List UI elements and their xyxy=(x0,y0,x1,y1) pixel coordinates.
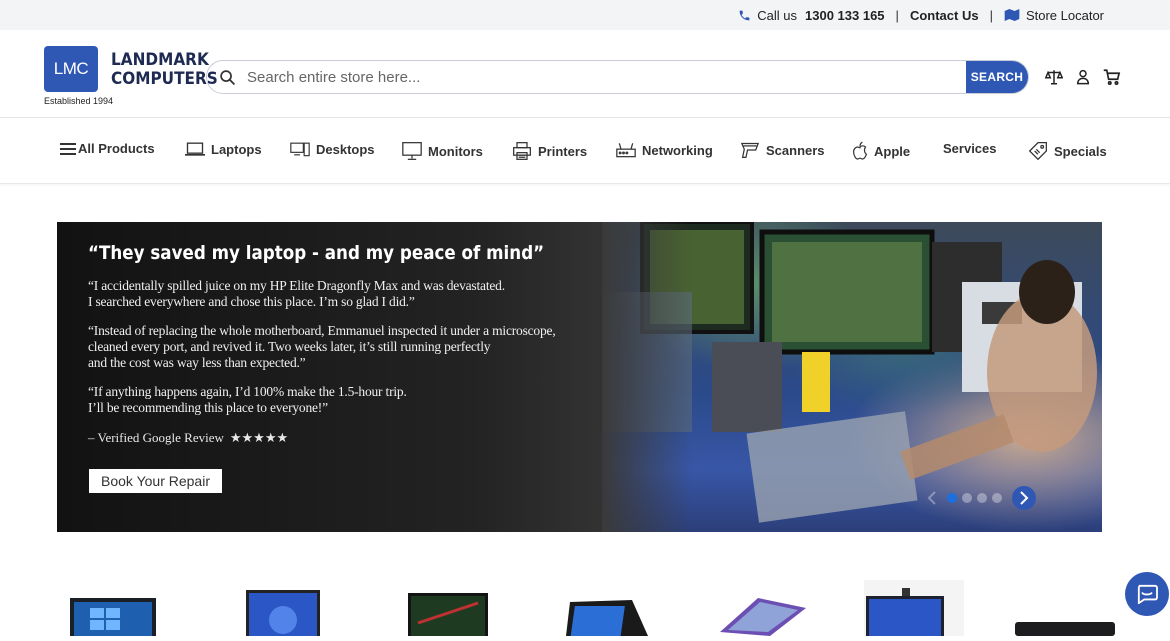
product-thumb-all-in-one[interactable] xyxy=(864,580,964,641)
review-source-label: – Verified Google Review xyxy=(88,430,224,445)
product-thumb-convertible[interactable] xyxy=(562,598,654,641)
main-nav: All Products Laptops Desktops Monitors P… xyxy=(0,119,1170,184)
nav-label: Specials xyxy=(1054,143,1107,159)
product-thumb-laptop-1[interactable] xyxy=(70,598,156,641)
live-chat-button[interactable] xyxy=(1125,572,1169,616)
nav-label: Scanners xyxy=(766,142,825,158)
book-repair-button[interactable]: Book Your Repair xyxy=(89,469,222,493)
nav-all-products[interactable]: All Products xyxy=(60,141,155,156)
cart-icon[interactable] xyxy=(1103,68,1121,86)
product-thumb-mini-pc[interactable] xyxy=(1015,620,1115,641)
laptop-icon xyxy=(185,142,205,156)
search-button[interactable]: SEARCH xyxy=(966,61,1028,93)
top-bar: Call us 1300 133 165 | Contact Us | Stor… xyxy=(0,0,1170,30)
nav-label: Apple xyxy=(874,143,911,159)
nav-label: All Products xyxy=(78,141,155,156)
separator: | xyxy=(989,7,993,23)
nav-label: Printers xyxy=(538,143,588,159)
testimonial-quote-1: “I accidentally spilled juice on my HP E… xyxy=(88,278,505,309)
chevron-right-icon xyxy=(1020,491,1029,505)
monitor-icon xyxy=(402,142,422,160)
product-thumb-laptop-2[interactable] xyxy=(246,590,320,641)
nav-printers[interactable]: Printers xyxy=(512,141,587,161)
separator: | xyxy=(895,7,899,23)
chevron-left-icon xyxy=(927,491,936,505)
contact-us-link[interactable]: Contact Us xyxy=(910,8,979,23)
apple-icon xyxy=(852,141,868,160)
rating-stars: ★★★★★ xyxy=(229,430,289,445)
nav-desktops[interactable]: Desktops xyxy=(290,141,375,157)
carousel-next-button[interactable] xyxy=(1012,486,1036,510)
hero-banner[interactable]: “They saved my laptop - and my peace of … xyxy=(57,222,1102,532)
search-input[interactable] xyxy=(247,61,966,93)
account-icon[interactable] xyxy=(1075,68,1091,86)
carousel-dots xyxy=(947,493,1002,503)
map-icon xyxy=(1004,9,1020,21)
nav-label: Services xyxy=(943,141,997,156)
logo-initials: LMC xyxy=(53,59,89,78)
nav-label: Desktops xyxy=(316,141,375,157)
brand-line-1: LANDMARK xyxy=(111,50,209,70)
nav-apple[interactable]: Apple xyxy=(852,141,910,161)
brand-line-2: COMPUTERS xyxy=(111,69,218,89)
chat-bubble-icon xyxy=(1137,584,1158,604)
carousel-dot-2[interactable] xyxy=(962,493,972,503)
testimonial-headline: “They saved my laptop - and my peace of … xyxy=(88,242,545,264)
nav-label: Networking xyxy=(642,142,713,158)
logo-mark[interactable]: LMC xyxy=(44,46,98,92)
nav-networking[interactable]: Networking xyxy=(616,141,713,159)
call-us[interactable]: Call us 1300 133 165 xyxy=(738,7,885,23)
nav-scanners[interactable]: Scanners xyxy=(740,141,825,159)
established-text: Established 1994 xyxy=(44,96,114,106)
carousel-prev-button[interactable] xyxy=(921,487,943,509)
scanner-icon xyxy=(740,142,760,158)
menu-icon xyxy=(60,142,76,155)
site-header: LMC LANDMARK COMPUTERS Established 1994 … xyxy=(0,30,1170,118)
phone-number[interactable]: 1300 133 165 xyxy=(805,8,885,23)
carousel-dot-1[interactable] xyxy=(947,493,957,503)
store-locator-link[interactable]: Store Locator xyxy=(1004,8,1104,23)
review-source: – Verified Google Review ★★★★★ xyxy=(88,430,288,446)
phone-icon xyxy=(739,10,750,20)
search-icon xyxy=(207,69,247,86)
testimonial-quote-3: “If anything happens again, I’d 100% mak… xyxy=(88,384,407,415)
nav-label: Monitors xyxy=(428,143,483,159)
store-locator-label: Store Locator xyxy=(1025,7,1104,23)
product-thumb-2in1[interactable] xyxy=(710,592,810,641)
nav-monitors[interactable]: Monitors xyxy=(402,141,483,161)
nav-specials[interactable]: Specials xyxy=(1028,141,1107,161)
header-actions xyxy=(1045,68,1121,86)
testimonial-quote-2: “Instead of replacing the whole motherbo… xyxy=(88,323,556,370)
carousel-dot-3[interactable] xyxy=(977,493,987,503)
carousel-dot-4[interactable] xyxy=(992,493,1002,503)
desktop-icon xyxy=(290,142,310,157)
product-thumb-gaming-laptop[interactable] xyxy=(408,593,488,641)
search-bar: SEARCH xyxy=(206,60,1029,94)
logo-wordmark[interactable]: LANDMARK COMPUTERS xyxy=(111,51,218,89)
nav-services[interactable]: Services xyxy=(943,141,997,156)
nav-label: Laptops xyxy=(211,141,262,157)
tag-icon xyxy=(1028,142,1047,161)
printer-icon xyxy=(513,142,531,160)
router-icon xyxy=(616,143,636,158)
call-label: Call us xyxy=(757,7,798,23)
compare-icon[interactable] xyxy=(1045,68,1063,86)
nav-laptops[interactable]: Laptops xyxy=(185,141,262,157)
